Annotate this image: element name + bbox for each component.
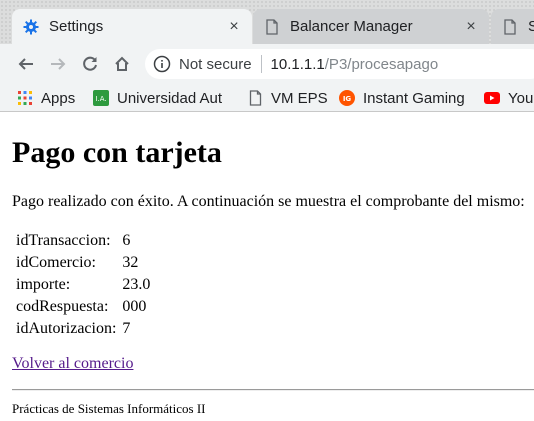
receipt-label: idAutorizacion:	[16, 320, 117, 337]
bookmark-instant-gaming[interactable]: IG Instant Gaming	[339, 87, 465, 109]
gear-icon	[22, 18, 40, 36]
instant-gaming-icon: IG	[339, 90, 355, 106]
tab-label: Balancer Manager	[290, 18, 413, 35]
svg-text:IG: IG	[343, 95, 352, 103]
youtube-icon	[484, 90, 500, 106]
footer-text: Prácticas de Sistemas Informáticos II	[12, 401, 206, 416]
document-icon	[247, 90, 263, 106]
table-row: idAutorizacion: 7	[15, 319, 151, 339]
tab-strip: Settings × Balancer Manager × S	[0, 0, 534, 44]
table-row: idTransaccion: 6	[15, 231, 151, 251]
bookmark-youtube[interactable]: You	[484, 87, 534, 109]
close-icon[interactable]: ×	[463, 18, 479, 35]
bookmark-label: Universidad Aut	[117, 89, 223, 107]
bookmark-label: Apps	[41, 89, 76, 107]
url-host: 10.1.1.1	[270, 55, 325, 73]
receipt-table: idTransaccion: 6 idComercio: 32 importe:…	[13, 229, 153, 341]
bookmark-vm-eps[interactable]: VM EPS	[247, 87, 328, 109]
tab-label: S	[528, 18, 534, 35]
receipt-value: 23.0	[122, 276, 151, 293]
url-path: /P3/procesapago	[324, 55, 439, 73]
divider	[260, 55, 262, 73]
tab-balancer-manager[interactable]: Balancer Manager ×	[253, 9, 489, 44]
document-icon	[263, 18, 281, 36]
reload-icon[interactable]	[78, 52, 102, 76]
university-favicon-icon: I.A.	[93, 90, 109, 106]
home-icon[interactable]	[110, 52, 134, 76]
bookmark-label: VM EPS	[271, 89, 328, 107]
page-title: Pago con tarjeta	[12, 136, 222, 169]
bookmark-universidad[interactable]: I.A. Universidad Aut	[93, 87, 231, 109]
security-label: Not secure	[179, 55, 252, 73]
close-icon[interactable]: ×	[226, 18, 242, 35]
table-row: importe: 23.0	[15, 275, 151, 295]
back-to-merchant-link[interactable]: Volver al comercio	[12, 355, 133, 373]
document-icon	[501, 18, 519, 36]
tab-label: Settings	[49, 18, 104, 35]
svg-text:I.A.: I.A.	[95, 95, 106, 103]
table-row: idComercio: 32	[15, 253, 151, 273]
bookmark-label: You	[508, 89, 534, 107]
receipt-label: importe:	[16, 276, 71, 293]
receipt-label: codRespuesta:	[16, 298, 109, 315]
bookmark-apps[interactable]: Apps	[17, 87, 75, 109]
apps-grid-icon	[17, 90, 33, 106]
receipt-value: 32	[122, 254, 139, 271]
receipt-value: 000	[122, 298, 147, 315]
receipt-label: idTransaccion:	[16, 232, 111, 249]
info-icon[interactable]	[153, 55, 171, 73]
divider	[12, 389, 534, 391]
browser-toolbar: Not secure 10.1.1.1 /P3/procesapago	[0, 44, 534, 84]
receipt-label: idComercio:	[16, 254, 96, 271]
table-row: codRespuesta: 000	[15, 297, 151, 317]
forward-arrow-icon[interactable]	[46, 52, 70, 76]
tab-partial[interactable]: S	[491, 9, 534, 44]
address-bar[interactable]: Not secure 10.1.1.1 /P3/procesapago	[145, 49, 534, 79]
bookmarks-bar: Apps I.A. Universidad Aut VM EPS IG Inst…	[0, 84, 534, 112]
back-arrow-icon[interactable]	[14, 52, 38, 76]
receipt-value: 7	[122, 320, 131, 337]
bookmark-label: Instant Gaming	[363, 89, 465, 107]
success-message: Pago realizado con éxito. A continuación…	[12, 193, 525, 210]
page-content: Pago con tarjeta Pago realizado con éxit…	[0, 113, 534, 421]
tab-settings[interactable]: Settings ×	[12, 9, 252, 44]
receipt-value: 6	[122, 232, 131, 249]
